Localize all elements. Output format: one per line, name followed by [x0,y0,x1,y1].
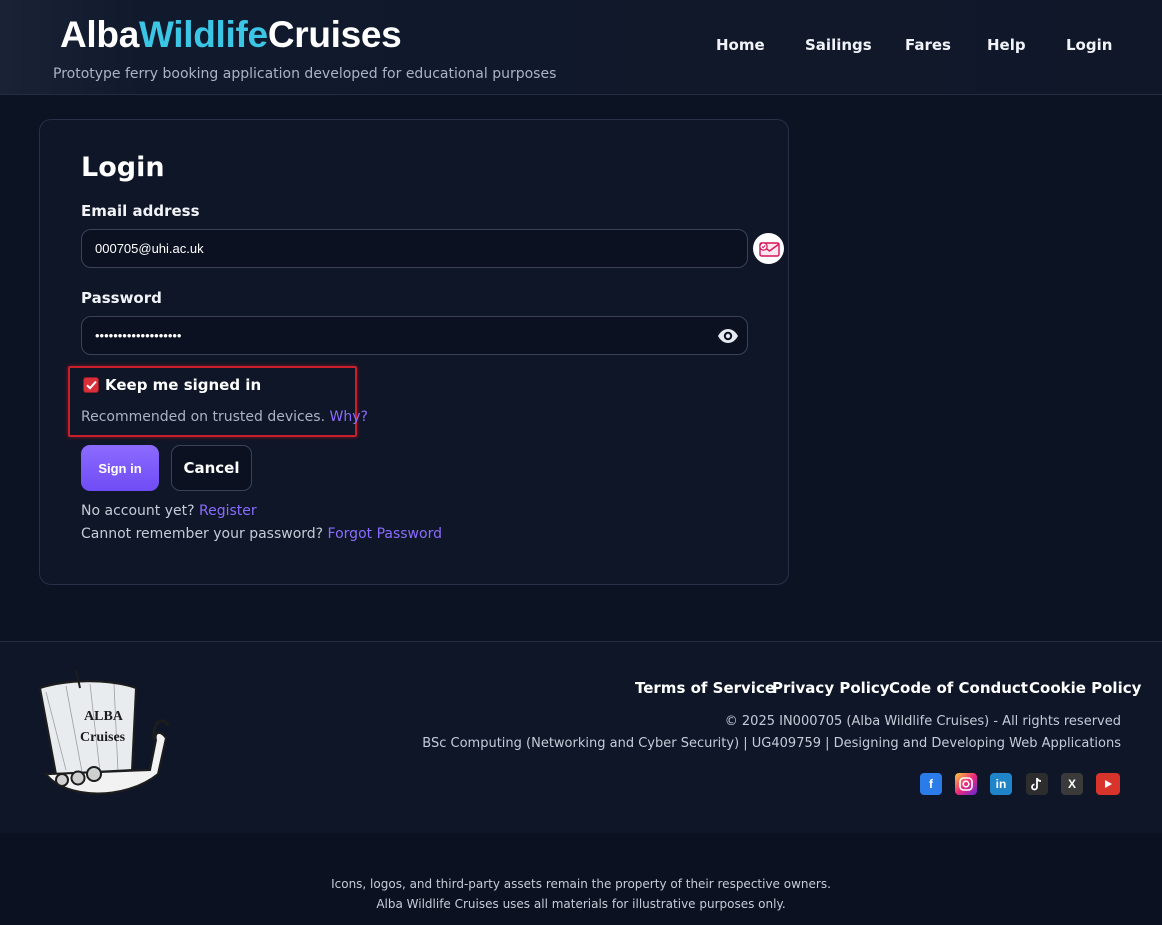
nav-sailings[interactable]: Sailings [805,36,872,54]
forgot-password-prompt: Cannot remember your password? Forgot Pa… [81,526,442,542]
forgot-password-text: Cannot remember your password? [81,526,324,542]
disclaimer-line-1: Icons, logos, and third-party assets rem… [331,877,831,891]
nav-help[interactable]: Help [987,36,1026,54]
main-nav: Home Sailings Fares Help Login [0,36,1162,56]
terms-of-service-link[interactable]: Terms of Service [635,679,775,697]
instagram-glyph-icon [959,777,973,791]
envelope-icon [758,241,780,257]
site-header: AlbaWildlifeCruises Prototype ferry book… [0,0,1162,95]
why-link[interactable]: Why? [330,409,368,425]
password-field[interactable]: ••••••••••••••••••• [81,316,748,355]
cookie-policy-link[interactable]: Cookie Policy [1029,679,1141,697]
logo-text-cruises: Cruises [80,730,126,745]
show-password-eye-icon[interactable] [717,328,739,344]
cancel-button[interactable]: Cancel [171,445,252,491]
keep-signed-in-checkbox[interactable] [83,377,99,393]
legal-disclaimer: Icons, logos, and third-party assets rem… [0,833,1162,925]
email-badge-icon [753,233,784,264]
facebook-icon[interactable]: f [920,773,942,795]
course-info-text: BSc Computing (Networking and Cyber Secu… [422,736,1121,751]
keep-signed-in-label[interactable]: Keep me signed in [105,376,261,394]
register-link[interactable]: Register [199,503,257,519]
brand-tagline: Prototype ferry booking application deve… [53,66,557,82]
sign-in-button[interactable]: Sign in [81,445,159,491]
logo-text-alba: ALBA [84,709,124,724]
nav-login[interactable]: Login [1066,36,1112,54]
page-title: Login [81,152,165,183]
forgot-password-link[interactable]: Forgot Password [328,526,442,542]
instagram-icon[interactable] [955,773,977,795]
linkedin-icon[interactable]: in [990,773,1012,795]
x-icon[interactable]: X [1061,773,1083,795]
site-footer: ALBA Cruises Terms of Service Privacy Po… [0,641,1162,833]
disclaimer-line-2: Alba Wildlife Cruises uses all materials… [376,897,786,911]
login-card: Login Email address 000705@uhi.ac.uk Pas… [39,119,789,585]
checkmark-icon [85,380,97,390]
register-prompt: No account yet? Register [81,503,257,519]
trusted-devices-note: Recommended on trusted devices. Why? [81,409,368,425]
copyright-text: © 2025 IN000705 (Alba Wildlife Cruises) … [724,714,1121,729]
nav-fares[interactable]: Fares [905,36,951,54]
youtube-icon[interactable] [1096,773,1120,795]
code-of-conduct-link[interactable]: Code of Conduct [889,679,1028,697]
email-label: Email address [81,202,200,220]
tiktok-glyph-icon [1031,777,1042,791]
no-account-text: No account yet? [81,503,195,519]
password-label: Password [81,289,162,307]
trusted-devices-text: Recommended on trusted devices. [81,409,326,425]
email-field[interactable]: 000705@uhi.ac.uk [81,229,748,268]
youtube-play-icon [1105,780,1112,788]
nav-home[interactable]: Home [716,36,765,54]
privacy-policy-link[interactable]: Privacy Policy [772,679,890,697]
tiktok-icon[interactable] [1026,773,1048,795]
alba-cruises-ship-logo[interactable]: ALBA Cruises [36,670,170,800]
